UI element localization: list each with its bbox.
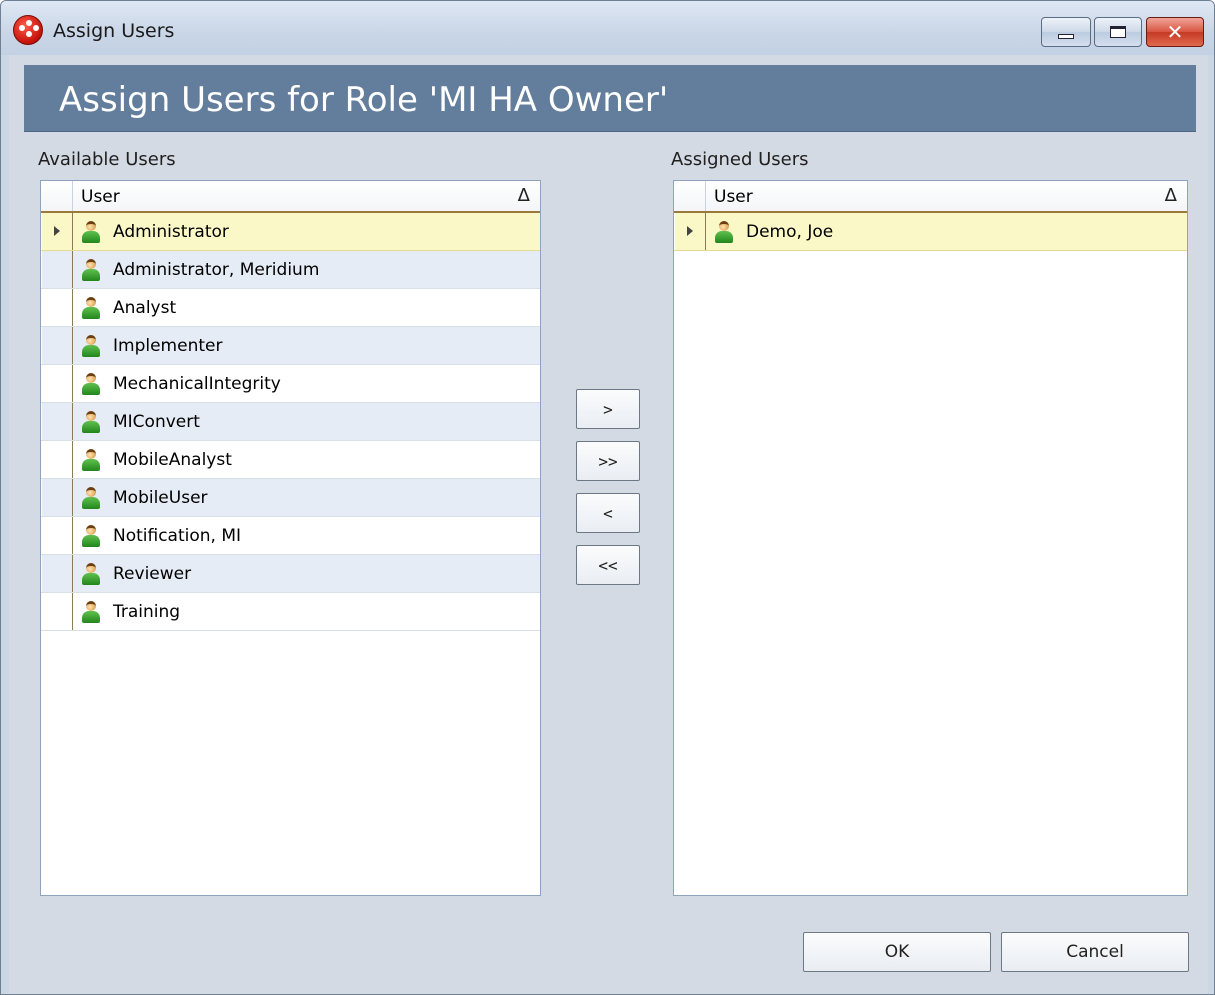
user-name-cell: MobileUser: [113, 488, 208, 508]
add-all-button[interactable]: >>: [576, 441, 640, 481]
user-icon: [81, 335, 101, 357]
assigned-users-grid[interactable]: User Δ Demo, Joe: [673, 180, 1188, 896]
cancel-button[interactable]: Cancel: [1001, 932, 1189, 972]
available-rows: Administrator Administrator, Meridium Anal…: [41, 213, 540, 631]
remove-all-button[interactable]: <<: [576, 545, 640, 585]
row-selector[interactable]: [41, 593, 73, 630]
row-selector[interactable]: [41, 555, 73, 592]
restore-button[interactable]: [1094, 17, 1142, 47]
table-row[interactable]: MIConvert: [41, 403, 540, 441]
row-selector[interactable]: [41, 289, 73, 326]
table-row[interactable]: MechanicalIntegrity: [41, 365, 540, 403]
user-icon: [81, 487, 101, 509]
assign-users-window: Assign Users ✕ Assign Users for Role 'MI…: [0, 0, 1215, 995]
user-icon: [81, 221, 101, 243]
table-row[interactable]: Training: [41, 593, 540, 631]
header-selector-cell: [41, 181, 73, 211]
restore-icon: [1110, 26, 1126, 38]
row-selector[interactable]: [41, 441, 73, 478]
user-name-cell: MIConvert: [113, 412, 200, 432]
sort-ascending-icon[interactable]: Δ: [518, 185, 530, 206]
user-name-cell: Training: [113, 602, 181, 622]
add-button[interactable]: >: [576, 389, 640, 429]
row-selector[interactable]: [41, 213, 73, 250]
user-name-cell: Demo, Joe: [746, 222, 834, 242]
user-icon: [81, 297, 101, 319]
user-name-cell: Analyst: [113, 298, 177, 318]
grid-header: User Δ: [41, 181, 540, 213]
grid-header: User Δ: [674, 181, 1187, 213]
user-icon: [81, 449, 101, 471]
table-row[interactable]: Implementer: [41, 327, 540, 365]
row-selector[interactable]: [41, 479, 73, 516]
user-icon: [81, 373, 101, 395]
column-header-user[interactable]: User: [81, 187, 120, 207]
user-name-cell: Administrator: [113, 222, 229, 242]
user-icon: [81, 525, 101, 547]
page-title: Assign Users for Role 'MI HA Owner': [59, 80, 669, 120]
user-name-cell: Notification, MI: [113, 526, 242, 546]
table-row[interactable]: Reviewer: [41, 555, 540, 593]
assigned-rows: Demo, Joe: [674, 213, 1187, 251]
user-name-cell: Administrator, Meridium: [113, 260, 320, 280]
dialog-client-area: Assign Users for Role 'MI HA Owner' Avai…: [9, 55, 1208, 994]
close-button[interactable]: ✕: [1146, 17, 1204, 47]
remove-button[interactable]: <: [576, 493, 640, 533]
close-icon: ✕: [1166, 20, 1184, 44]
available-users-grid[interactable]: User Δ Administrator Administrator, Merid…: [40, 180, 541, 896]
row-selector[interactable]: [674, 213, 706, 250]
header-band: Assign Users for Role 'MI HA Owner': [24, 65, 1196, 132]
user-icon: [81, 563, 101, 585]
user-icon: [81, 259, 101, 281]
table-row[interactable]: Administrator: [41, 213, 540, 251]
user-icon: [714, 221, 734, 243]
table-row[interactable]: Demo, Joe: [674, 213, 1187, 251]
ok-button[interactable]: OK: [803, 932, 991, 972]
user-name-cell: MobileAnalyst: [113, 450, 232, 470]
minimize-icon: [1058, 33, 1074, 39]
user-name-cell: Reviewer: [113, 564, 192, 584]
current-row-arrow-icon: [54, 226, 60, 236]
table-row[interactable]: Analyst: [41, 289, 540, 327]
user-name-cell: Implementer: [113, 336, 223, 356]
minimize-button[interactable]: [1041, 17, 1091, 47]
table-row[interactable]: MobileUser: [41, 479, 540, 517]
table-row[interactable]: Notification, MI: [41, 517, 540, 555]
header-selector-cell: [674, 181, 706, 211]
row-selector[interactable]: [41, 251, 73, 288]
table-row[interactable]: Administrator, Meridium: [41, 251, 540, 289]
row-selector[interactable]: [41, 365, 73, 402]
table-row[interactable]: MobileAnalyst: [41, 441, 540, 479]
user-icon: [81, 601, 101, 623]
window-title: Assign Users: [53, 20, 175, 42]
app-icon[interactable]: [13, 15, 43, 45]
title-bar[interactable]: Assign Users ✕: [1, 1, 1214, 55]
user-name-cell: MechanicalIntegrity: [113, 374, 281, 394]
column-header-user[interactable]: User: [714, 187, 753, 207]
row-selector[interactable]: [41, 327, 73, 364]
row-selector[interactable]: [41, 517, 73, 554]
available-users-label: Available Users: [38, 149, 176, 170]
sort-ascending-icon[interactable]: Δ: [1165, 185, 1177, 206]
row-selector[interactable]: [41, 403, 73, 440]
current-row-arrow-icon: [687, 226, 693, 236]
assigned-users-label: Assigned Users: [671, 149, 809, 170]
user-icon: [81, 411, 101, 433]
